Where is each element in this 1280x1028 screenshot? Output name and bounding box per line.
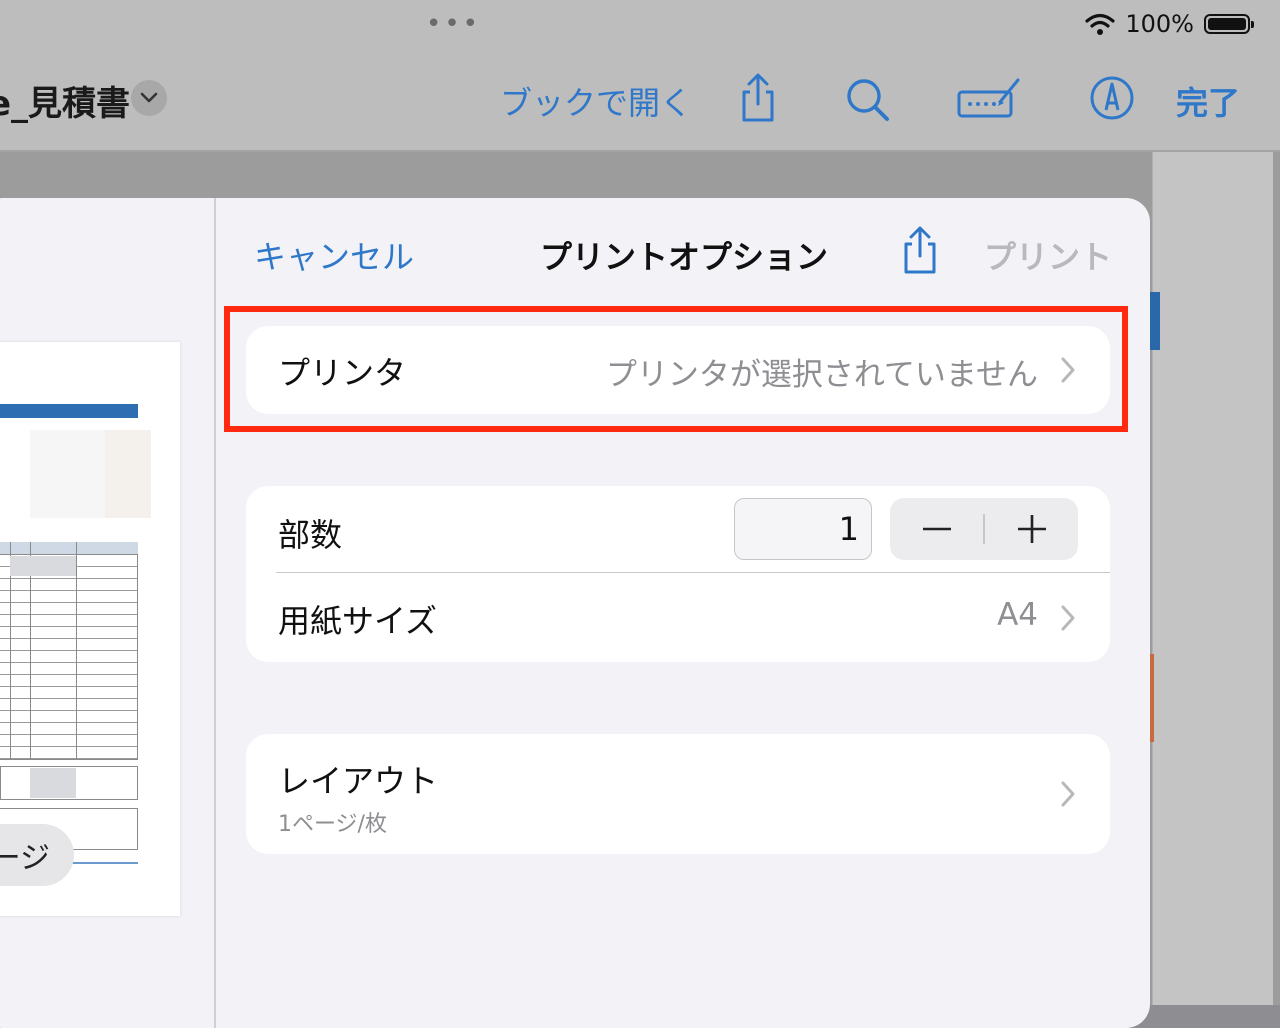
keyboard-icon[interactable] — [956, 72, 1022, 124]
chevron-right-icon — [1061, 781, 1075, 807]
navigation-bar: ••• 100% e_見積書 ブックで開く 完了 — [0, 0, 1280, 152]
copies-label: 部数 — [278, 516, 343, 554]
plus-icon — [1017, 515, 1046, 543]
sheet-title: プリントオプション — [540, 238, 829, 276]
wifi-icon — [1085, 13, 1115, 35]
copies-stepper[interactable] — [890, 498, 1078, 560]
decrement-button[interactable] — [890, 498, 983, 560]
open-in-books-button[interactable]: ブックで開く — [500, 78, 692, 124]
chevron-down-icon — [140, 92, 158, 103]
layout-value: 1ページ/枚 — [278, 812, 387, 837]
share-icon[interactable] — [898, 226, 942, 276]
done-button[interactable]: 完了 — [1176, 78, 1240, 124]
markup-icon[interactable] — [1088, 72, 1136, 124]
search-icon[interactable] — [844, 72, 892, 124]
share-icon[interactable] — [734, 72, 782, 124]
status-bar: 100% — [1085, 8, 1254, 40]
print-button[interactable]: プリント — [984, 232, 1112, 278]
print-preview-pane: ージ — [0, 198, 216, 1028]
highlight-box — [224, 306, 1128, 432]
paper-size-value: A4 — [997, 597, 1038, 633]
title-menu-button[interactable] — [131, 80, 167, 116]
increment-button[interactable] — [985, 498, 1078, 560]
layout-label: レイアウト — [278, 762, 439, 800]
battery-percentage: 100% — [1125, 10, 1194, 38]
row-separator — [276, 572, 1110, 573]
battery-icon — [1204, 14, 1254, 34]
document-header-strip — [1150, 292, 1160, 350]
document-page-edge — [1152, 152, 1273, 1005]
layout-row[interactable]: レイアウト 1ページ/枚 — [246, 734, 1110, 854]
chevron-right-icon[interactable] — [1060, 604, 1076, 632]
multitasking-dots[interactable]: ••• — [426, 11, 481, 37]
copies-field[interactable]: 1 — [734, 498, 872, 560]
document-title[interactable]: e_見積書 — [0, 76, 130, 125]
page-count-pill: ージ — [0, 824, 74, 886]
minus-icon — [922, 527, 951, 531]
paper-size-label: 用紙サイズ — [278, 602, 438, 640]
cancel-button[interactable]: キャンセル — [254, 232, 414, 278]
